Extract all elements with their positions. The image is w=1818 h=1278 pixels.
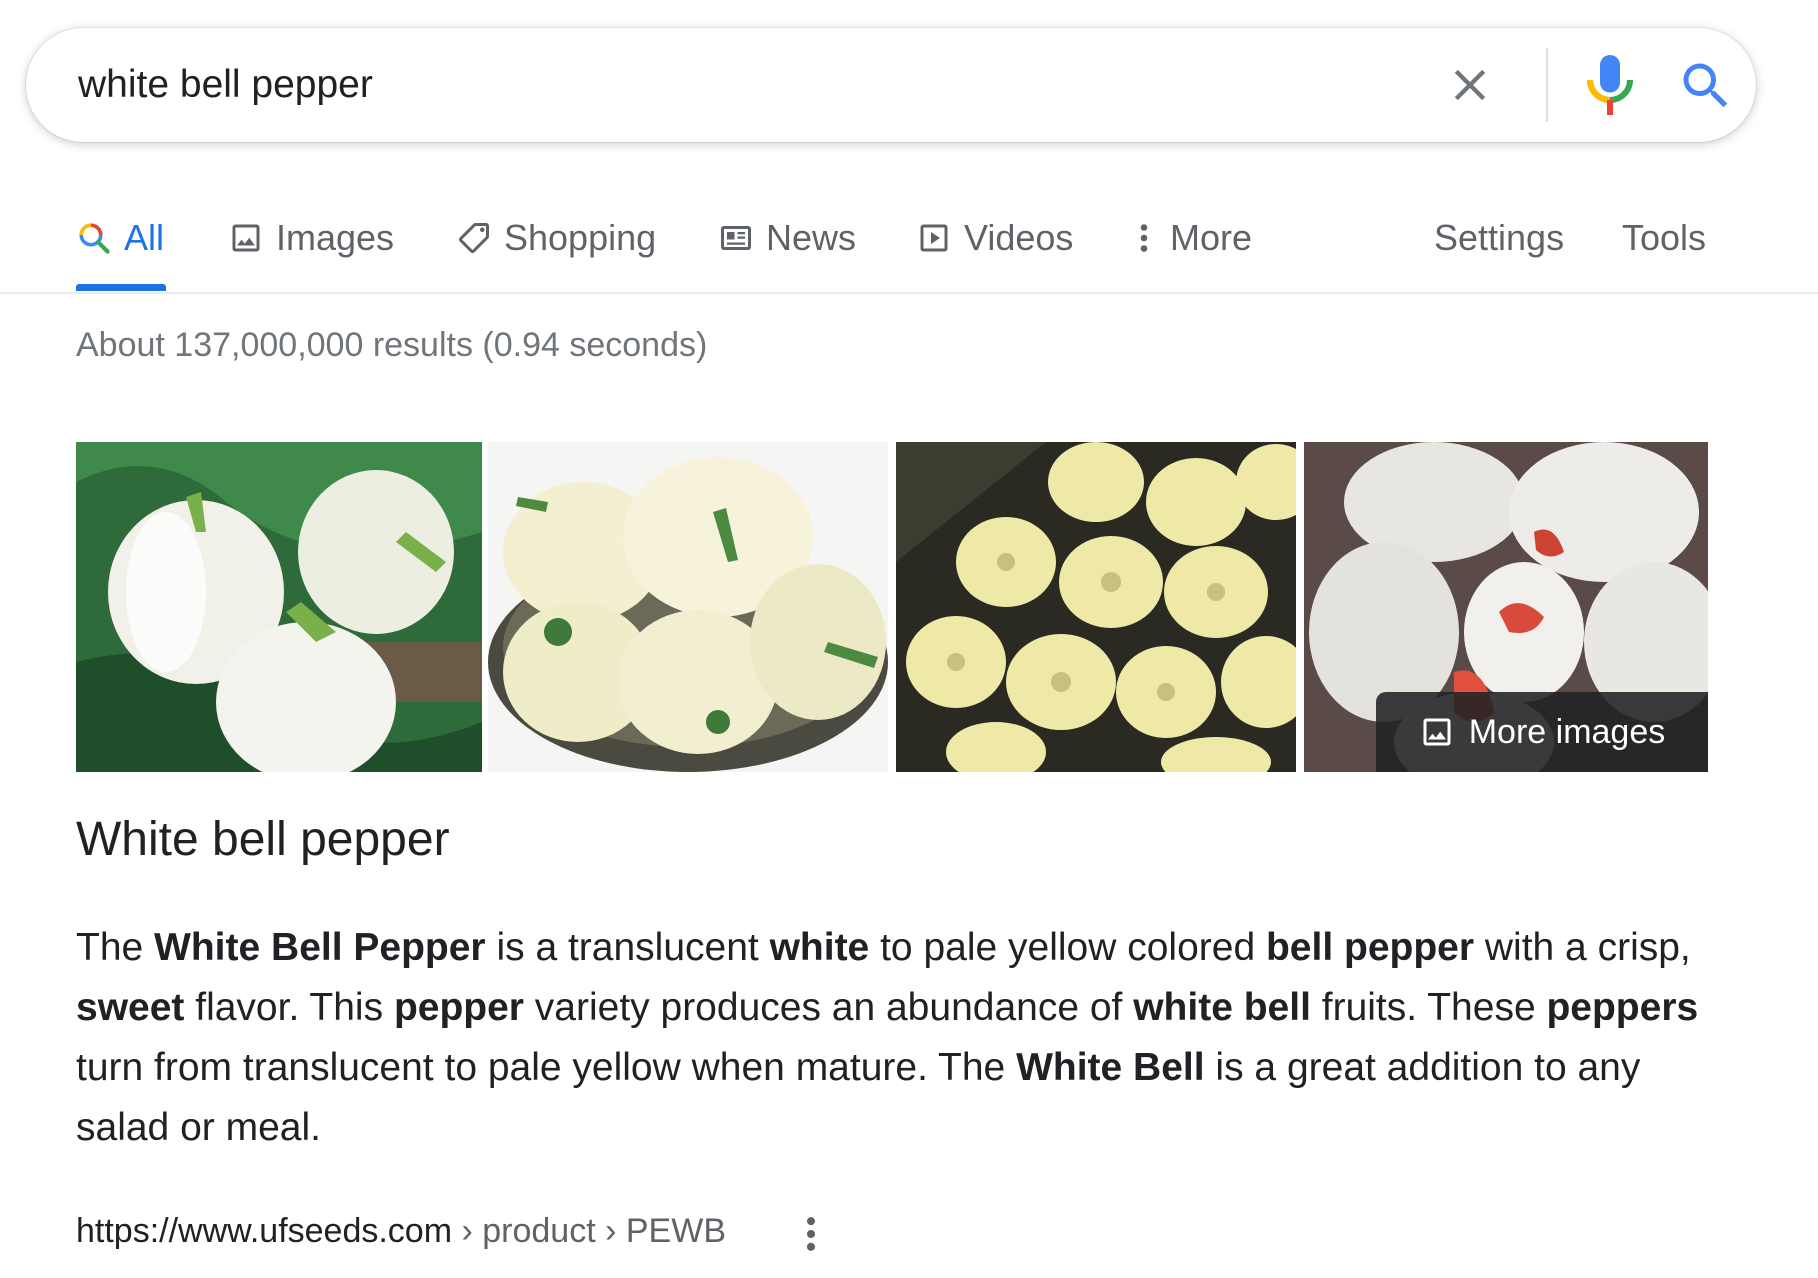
result-stats: About 137,000,000 results (0.94 seconds) bbox=[76, 326, 708, 364]
tab-label: News bbox=[766, 217, 857, 258]
result-menu-icon[interactable] bbox=[798, 1212, 824, 1256]
newspaper-icon bbox=[721, 226, 751, 250]
tab-label: Shopping bbox=[504, 217, 657, 258]
search-input[interactable] bbox=[78, 50, 1378, 120]
snippet-highlight: white bbox=[769, 926, 870, 969]
snippet-highlight: pepper bbox=[393, 986, 524, 1029]
play-icon bbox=[920, 224, 948, 252]
tab-label: Videos bbox=[964, 217, 1074, 258]
snippet-text: turn from translucent to pale yellow whe… bbox=[76, 1046, 1017, 1089]
more-vert-icon bbox=[1140, 224, 1148, 252]
image-strip: More images bbox=[76, 442, 1708, 772]
search-tabs: All Images Shopping News Videos More Set… bbox=[0, 200, 1818, 294]
snippet-text: is a translucent bbox=[485, 926, 770, 969]
snippet-highlight: White Bell bbox=[1016, 1046, 1205, 1089]
pepper-thumbnail[interactable] bbox=[896, 442, 1296, 772]
tab-label: More bbox=[1170, 217, 1253, 258]
tab-shopping[interactable]: Shopping bbox=[456, 216, 656, 260]
tab-images[interactable]: Images bbox=[228, 216, 394, 260]
snippet-highlight: white bell bbox=[1133, 986, 1311, 1029]
tab-more[interactable]: More bbox=[1130, 216, 1252, 260]
source-url: https://www.ufseeds.com bbox=[76, 1212, 453, 1250]
source-citation[interactable]: https://www.ufseeds.com › product › PEWB bbox=[76, 1212, 726, 1251]
tab-all[interactable]: All bbox=[76, 216, 164, 260]
knowledge-panel-title: White bell pepper bbox=[76, 813, 450, 866]
more-images-label: More images bbox=[1468, 712, 1666, 751]
active-tab-indicator bbox=[76, 284, 166, 291]
snippet-text: The bbox=[76, 926, 155, 969]
image-icon bbox=[232, 224, 260, 252]
description-snippet: The White Bell Pepper is a translucent w… bbox=[76, 918, 1726, 1158]
tab-news[interactable]: News bbox=[718, 216, 856, 260]
settings-link[interactable]: Settings bbox=[1434, 216, 1564, 260]
snippet-highlight: peppers bbox=[1546, 986, 1699, 1029]
tab-label: Images bbox=[276, 217, 395, 258]
image-icon bbox=[1423, 718, 1451, 746]
tools-label: Tools bbox=[1622, 217, 1707, 258]
snippet-text: flavor. This bbox=[184, 986, 394, 1029]
settings-label: Settings bbox=[1434, 217, 1565, 258]
snippet-highlight: White Bell Pepper bbox=[154, 926, 486, 969]
tab-label: All bbox=[124, 217, 165, 258]
clear-icon[interactable] bbox=[1444, 59, 1496, 111]
search-icon[interactable] bbox=[1676, 56, 1736, 116]
pepper-thumbnail[interactable] bbox=[488, 442, 888, 772]
tools-link[interactable]: Tools bbox=[1622, 216, 1706, 260]
more-images-button[interactable]: More images bbox=[1376, 692, 1708, 772]
search-bar bbox=[26, 28, 1756, 142]
pepper-thumbnail[interactable] bbox=[76, 442, 482, 772]
tag-icon bbox=[459, 223, 489, 253]
snippet-text: fruits. These bbox=[1310, 986, 1547, 1029]
microphone-icon[interactable] bbox=[1580, 50, 1640, 120]
snippet-text: with a crisp, bbox=[1474, 926, 1691, 969]
tab-videos[interactable]: Videos bbox=[916, 216, 1073, 260]
snippet-text: to pale yellow colored bbox=[869, 926, 1266, 969]
source-path: › product › PEWB bbox=[452, 1212, 727, 1250]
pepper-thumbnail[interactable]: More images bbox=[1304, 442, 1708, 772]
search-divider bbox=[1546, 48, 1548, 122]
snippet-highlight: sweet bbox=[76, 986, 185, 1029]
snippet-text: variety produces an abundance of bbox=[523, 986, 1134, 1029]
search-icon bbox=[79, 223, 110, 254]
snippet-highlight: bell pepper bbox=[1265, 926, 1475, 969]
